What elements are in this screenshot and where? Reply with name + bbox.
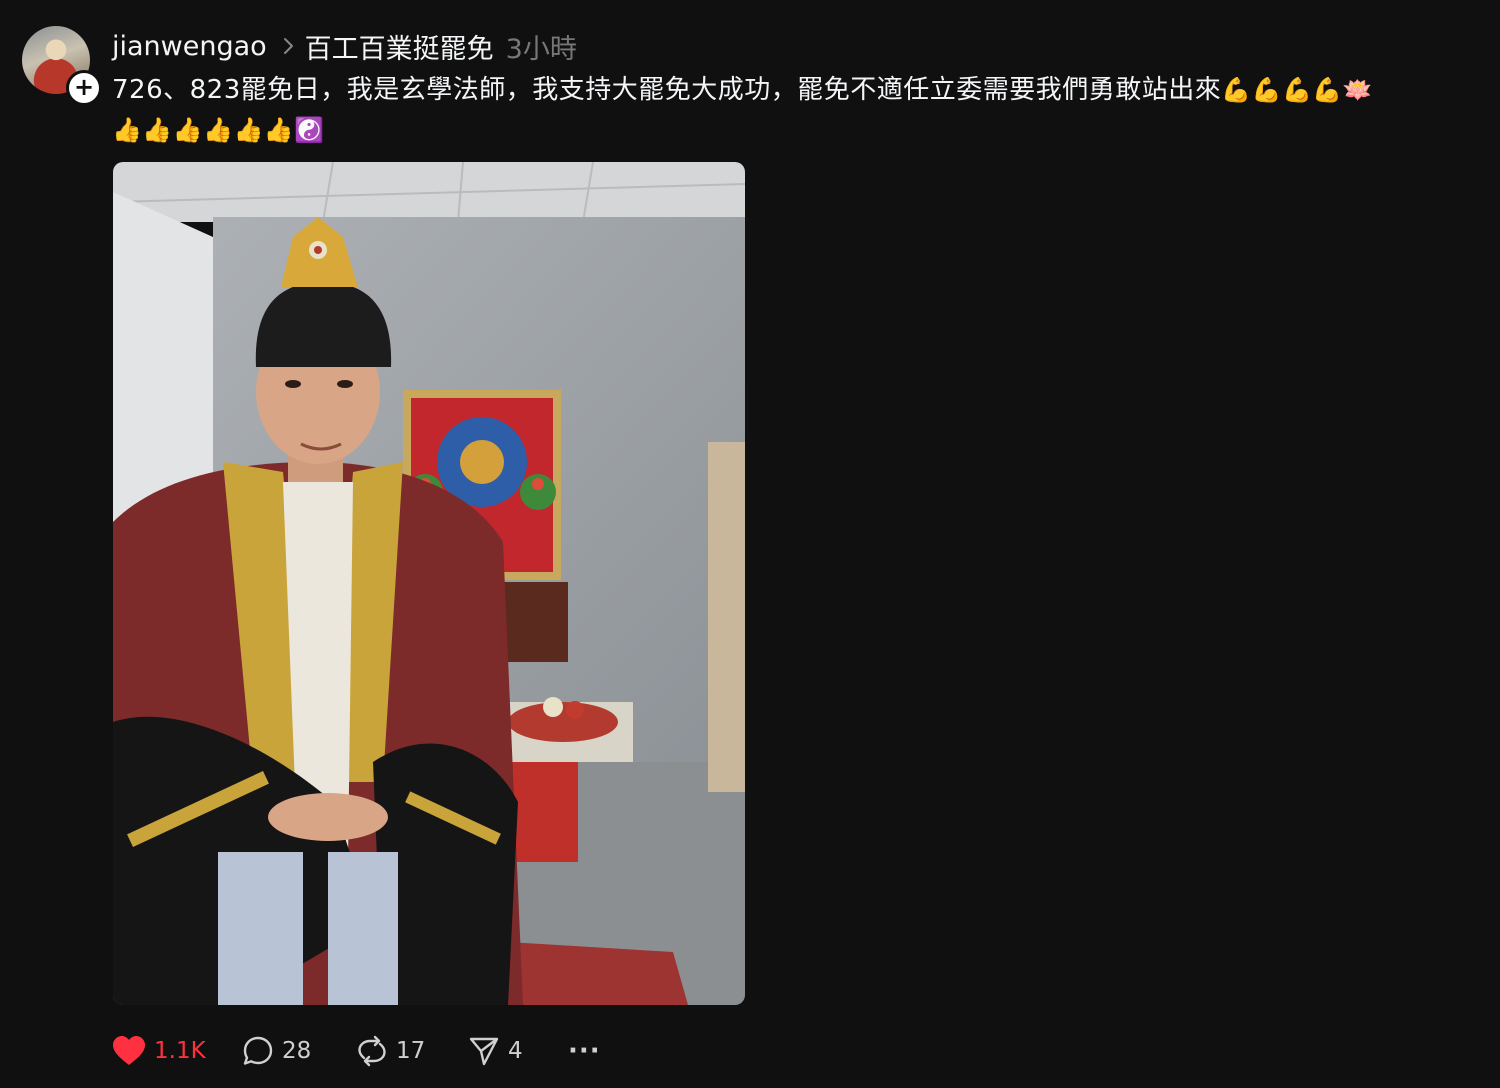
like-button[interactable]: 1.1K xyxy=(112,1035,242,1067)
repost-icon xyxy=(358,1035,386,1067)
post-header: jianwengao 百工百業挺罷免 3小時 xyxy=(112,26,577,66)
like-count: 1.1K xyxy=(154,1038,206,1064)
chevron-right-icon xyxy=(283,38,293,54)
comment-icon xyxy=(243,1036,273,1065)
more-icon: ··· xyxy=(568,1036,601,1066)
repost-count: 17 xyxy=(396,1038,426,1064)
thread-post: + jianwengao 百工百業挺罷免 3小時 726、823罷免日，我是玄學… xyxy=(0,0,1500,1088)
avatar[interactable]: + xyxy=(22,26,102,106)
caption-line-2-emoji: 👍👍👍👍👍👍☯️ xyxy=(112,116,325,144)
heart-icon xyxy=(113,1036,145,1065)
share-button[interactable]: 4 xyxy=(468,1035,568,1067)
repost-button[interactable]: 17 xyxy=(356,1035,468,1067)
follow-plus-icon[interactable]: + xyxy=(66,70,102,106)
post-photo[interactable] xyxy=(113,162,745,1005)
caption-emoji-muscles: 💪💪💪💪🪷 xyxy=(1221,76,1374,104)
reply-button[interactable]: 28 xyxy=(242,1035,356,1067)
more-options-button[interactable]: ··· xyxy=(568,1036,601,1066)
reply-count: 28 xyxy=(282,1038,312,1064)
photo-illustration xyxy=(113,162,745,1005)
share-count: 4 xyxy=(508,1038,523,1064)
topic-tag-link[interactable]: 百工百業挺罷免 xyxy=(305,27,494,66)
post-caption: 726、823罷免日，我是玄學法師，我支持大罷免大成功，罷免不適任立委需要我們勇… xyxy=(112,70,1472,150)
share-icon xyxy=(469,1037,499,1066)
post-actions: 1.1K 28 17 4 ··· xyxy=(112,1030,601,1072)
caption-text: 726、823罷免日，我是玄學法師，我支持大罷免大成功，罷免不適任立委需要我們勇… xyxy=(112,75,1222,105)
post-timestamp: 3小時 xyxy=(505,33,577,65)
caption-line-1: 726、823罷免日，我是玄學法師，我支持大罷免大成功，罷免不適任立委需要我們勇… xyxy=(112,70,1472,110)
username-link[interactable]: jianwengao xyxy=(112,31,267,62)
